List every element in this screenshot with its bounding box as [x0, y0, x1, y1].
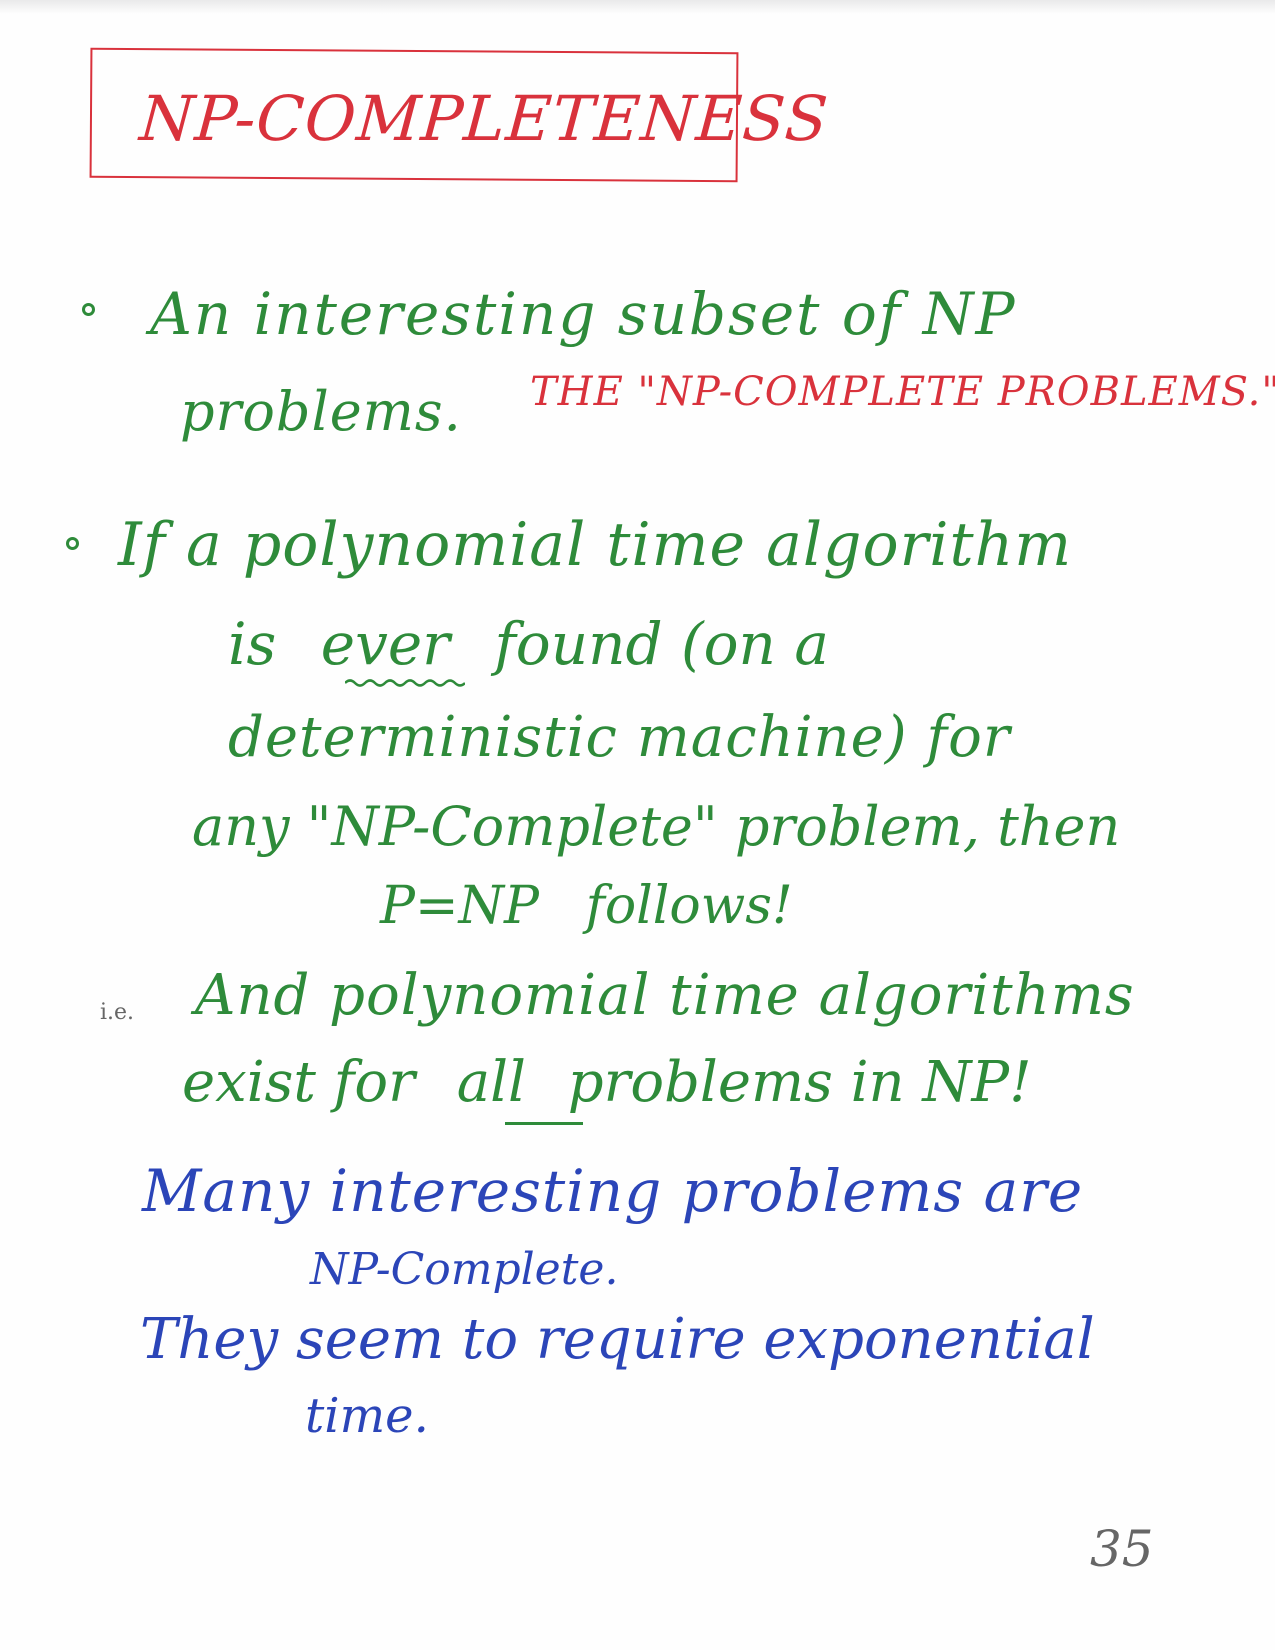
bullet2-line3: deterministic machine) for [228, 705, 1011, 770]
bullet2-line2: is ever found (on a [228, 615, 829, 673]
remark-line4: time. [305, 1388, 429, 1444]
np-complete-annotation: THE "NP-COMPLETE PROBLEMS." [530, 369, 1275, 415]
consequence-line2: exist for all problems in NP! [182, 1055, 1032, 1111]
bullet2-line2-pre: is [228, 610, 277, 678]
bullet1-line2: problems. [180, 380, 462, 443]
scanned-page: NP-COMPLETENESS An interesting subset of… [0, 0, 1275, 1650]
squiggle-underline [345, 679, 465, 687]
bullet-icon [82, 303, 95, 316]
bullet2-line1: If a polynomial time algorithm [118, 510, 1073, 580]
emphasis-all: all [456, 1050, 526, 1115]
remark-line1: Many interesting problems are [142, 1157, 1084, 1225]
remark-line2: NP-Complete. [310, 1244, 619, 1295]
consequence-line1: And polynomial time algorithms [195, 963, 1135, 1028]
ie-marker: i.e. [100, 1000, 135, 1025]
remark-line3: They seem to require exponential [140, 1307, 1095, 1372]
underline-all [505, 1122, 583, 1125]
bullet1-line1: An interesting subset of NP [150, 280, 1017, 348]
page-number: 35 [1090, 1520, 1154, 1578]
scan-shadow [0, 0, 1275, 14]
bullet2-line2-post: found (on a [494, 610, 829, 678]
emphasis-ever: ever [320, 610, 450, 678]
consequence-line2-pre: exist for [182, 1050, 415, 1115]
page-title: NP-COMPLETENESS [137, 82, 831, 155]
bullet2-line5: P=NP follows! [380, 876, 793, 936]
bullet-icon [66, 537, 79, 550]
consequence-line2-post: problems in NP! [567, 1050, 1032, 1115]
bullet2-line4: any "NP-Complete" problem, then [192, 795, 1121, 858]
